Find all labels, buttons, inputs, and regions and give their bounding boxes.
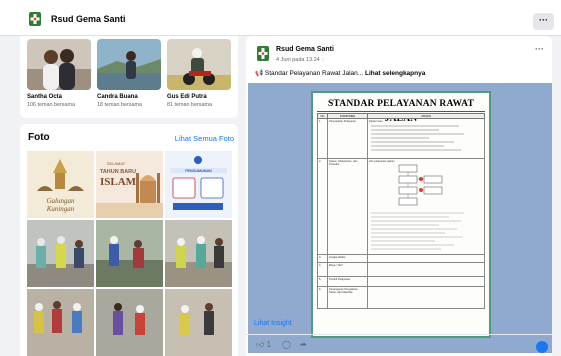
table-cell: Produk Pelayanan <box>327 276 368 287</box>
photos-card: Foto Lihat Semua Foto Galungan Kuningan … <box>20 124 238 356</box>
thumb-text: ISLAM <box>100 176 137 188</box>
friend-item[interactable]: Candra Buana 18 teman bersama <box>97 39 161 108</box>
page-name[interactable]: Rsud Gema Santi <box>51 14 126 24</box>
table-cell: 3. <box>317 254 328 263</box>
post-actions: 👍︎ 1 ◯ ➦ <box>246 336 552 356</box>
table-row: 1. Persyaratan Pelayanan Pasien baru <box>317 118 485 159</box>
like-icon: 👍︎ <box>256 340 265 349</box>
post-author[interactable]: Rsud Gema Santi <box>276 46 334 53</box>
like-count: 1 <box>266 340 272 349</box>
photo-workers[interactable] <box>165 289 232 356</box>
view-insights-link[interactable]: Lihat Insight <box>254 320 292 327</box>
table-cell: 1. <box>317 118 328 159</box>
table-cell: 5. <box>317 276 328 287</box>
post-text-body: Standar Pelayanan Rawat Jalan... <box>264 70 364 77</box>
post-meta: 4 Juni pada 13.24 ◌ <box>276 57 325 63</box>
table-cell <box>367 286 485 309</box>
text-lines <box>371 125 464 151</box>
thumb-text: Galungan <box>47 197 76 205</box>
friend-photo[interactable] <box>167 39 231 90</box>
friend-photo[interactable] <box>97 39 161 90</box>
table-cell <box>367 262 485 277</box>
table-cell: Jangka Waktu <box>327 254 368 263</box>
document-title: STANDAR PELAYANAN RAWAT JALAN <box>317 97 485 124</box>
post-text: 📢 Standar Pelayanan Rawat Jalan... Lihat… <box>255 69 425 77</box>
post-card: Rsud Gema Santi 4 Juni pada 13.24 ◌ ··· … <box>246 36 552 356</box>
share-icon: ➦ <box>300 340 307 349</box>
table-row: 4. Biaya / Tarif <box>317 262 485 277</box>
flowchart-diagram <box>371 164 464 250</box>
friend-name[interactable]: Gus Edi Putra <box>167 94 231 100</box>
standard-table: NO KOMPONEN URAIAN 1. Persyaratan Pelaya… <box>317 113 485 309</box>
table-cell: 2. <box>317 158 328 255</box>
table-row: 5. Produk Pelayanan <box>317 276 485 287</box>
table-cell: Biaya / Tarif <box>327 262 368 277</box>
table-cell: 6. <box>317 286 328 309</box>
table-row: 6. Penanganan Pengaduan, Saran, dan Masu… <box>317 286 485 309</box>
friends-card: Santha Octa 106 teman bersama Candra Bua… <box>20 36 238 118</box>
thumb-text: PENGUMUMAN <box>185 169 212 173</box>
photo-workers[interactable] <box>96 289 163 356</box>
table-cell <box>367 276 485 287</box>
thumb-text: Kuningan <box>46 205 75 213</box>
photo-workers[interactable] <box>96 220 163 287</box>
messenger-icon[interactable] <box>536 341 548 353</box>
photo-workers[interactable] <box>27 289 94 356</box>
globe-icon: ◌ <box>321 57 325 63</box>
friend-item[interactable]: Gus Edi Putra 81 teman bersama <box>167 39 231 108</box>
friend-mutual: 18 teman bersama <box>97 102 142 108</box>
table-cell: 4. <box>317 262 328 277</box>
table-cell: Sistem, Mekanisme, dan Prosedur <box>327 158 368 255</box>
table-row: 3. Jangka Waktu <box>317 254 485 263</box>
see-all-photos-link[interactable]: Lihat Semua Foto <box>175 134 234 143</box>
post-more-button[interactable]: ··· <box>535 44 544 54</box>
photo-tahun-baru-islam[interactable]: SELAMAT TAHUN BARU ISLAM <box>96 151 163 218</box>
thumb-text: TAHUN BARU <box>100 169 136 175</box>
photos-title: Foto <box>28 132 50 143</box>
divider <box>246 334 552 335</box>
table-cell: Persyaratan Pelayanan <box>327 118 368 159</box>
photo-pengumuman[interactable]: PENGUMUMAN <box>165 151 232 218</box>
photo-workers[interactable] <box>27 220 94 287</box>
table-cell <box>367 254 485 263</box>
table-cell: Alur pelayanan pasien <box>367 158 485 255</box>
post-image[interactable]: STANDAR PELAYANAN RAWAT JALAN NO KOMPONE… <box>248 83 552 353</box>
photo-workers[interactable] <box>165 220 232 287</box>
friend-mutual: 81 teman bersama <box>167 102 212 108</box>
standard-document: STANDAR PELAYANAN RAWAT JALAN NO KOMPONE… <box>311 91 491 338</box>
more-options-button[interactable]: ··· <box>533 13 554 30</box>
comment-icon: ◯ <box>282 340 291 349</box>
share-button[interactable]: ➦ <box>300 340 307 349</box>
friend-mutual: 106 teman bersama <box>27 102 75 108</box>
megaphone-icon: 📢 <box>255 70 265 77</box>
post-date[interactable]: 4 Juni pada 13.24 <box>276 57 320 63</box>
thumb-text: SELAMAT <box>107 161 126 166</box>
see-more-link[interactable]: Lihat selengkapnya <box>365 70 425 77</box>
friend-name[interactable]: Candra Buana <box>97 94 161 100</box>
hospital-logo-icon[interactable] <box>255 44 271 63</box>
table-row: 2. Sistem, Mekanisme, dan Prosedur Alur … <box>317 158 485 255</box>
friend-photo[interactable] <box>27 39 91 90</box>
photo-galungan[interactable]: Galungan Kuningan <box>27 151 94 218</box>
page-header: Rsud Gema Santi ··· <box>0 0 561 36</box>
friend-name[interactable]: Santha Octa <box>27 94 91 100</box>
comment-button[interactable]: ◯ <box>282 340 291 349</box>
table-cell: Penanganan Pengaduan, Saran, dan Masukan <box>327 286 368 309</box>
like-button[interactable]: 👍︎ 1 <box>256 340 271 350</box>
friend-item[interactable]: Santha Octa 106 teman bersama <box>27 39 91 108</box>
hospital-logo-icon[interactable] <box>27 10 43 28</box>
table-cell: Pasien baru <box>367 118 485 159</box>
